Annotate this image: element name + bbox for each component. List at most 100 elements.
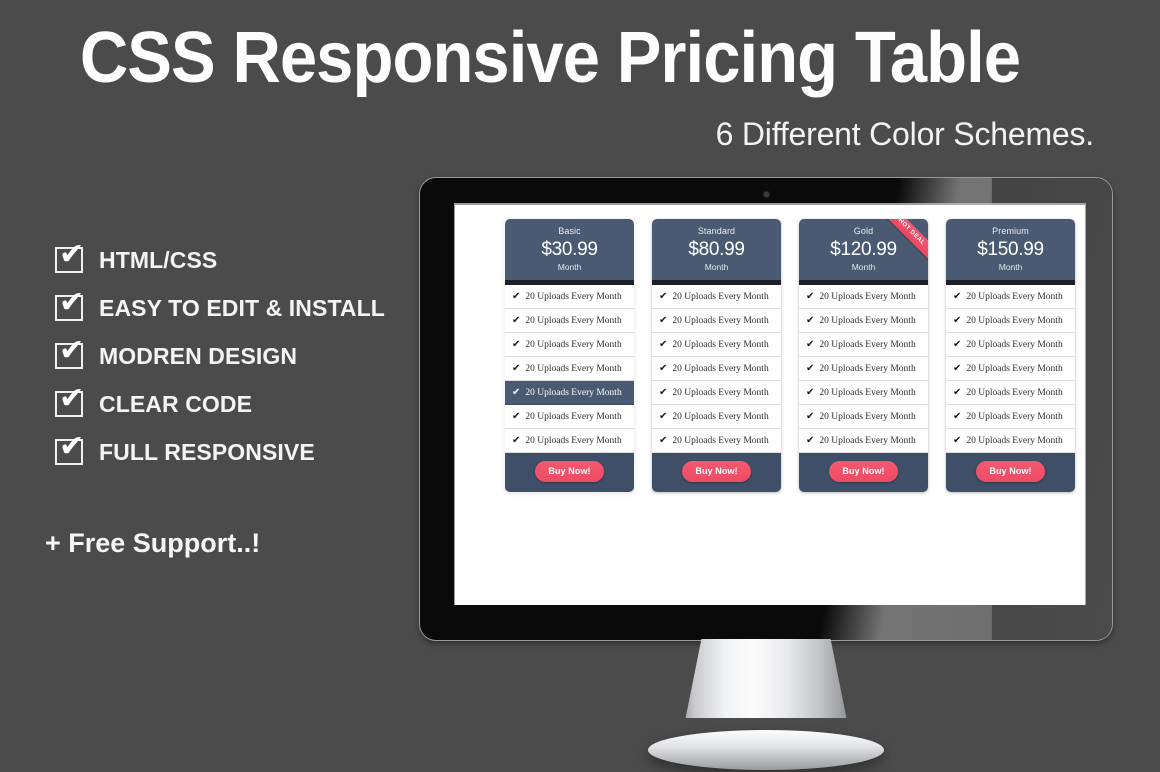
plan-footer: Buy Now! (799, 453, 928, 492)
plan-feature-label: 20 Uploads Every Month (672, 291, 769, 302)
check-icon: ✔ (659, 387, 668, 398)
plan-feature-row[interactable]: ✔ 20 Uploads Every Month (946, 285, 1075, 309)
feature-row: ✔ HTML/CSS (55, 236, 445, 284)
plan-feature-row[interactable]: ✔ 20 Uploads Every Month (799, 357, 928, 381)
plan-feature-row[interactable]: ✔ 20 Uploads Every Month (799, 381, 928, 405)
feature-label: HTML/CSS (99, 246, 218, 273)
plan-feature-row[interactable]: ✔ 20 Uploads Every Month (946, 405, 1075, 429)
plan-feature-row[interactable]: ✔ 20 Uploads Every Month (799, 429, 928, 453)
plan-price: $80.99 (688, 239, 745, 260)
buy-now-button[interactable]: Buy Now! (829, 461, 898, 482)
plan-feature-label: 20 Uploads Every Month (966, 363, 1063, 374)
plan-feature-label: 20 Uploads Every Month (525, 411, 622, 422)
feature-label: MODREN DESIGN (99, 342, 298, 369)
plan-price: $120.99 (830, 239, 897, 260)
feature-label: FULL RESPONSIVE (99, 438, 315, 465)
plan-feature-label: 20 Uploads Every Month (672, 387, 769, 398)
plan-feature-row[interactable]: ✔ 20 Uploads Every Month (505, 381, 634, 405)
check-icon: ✔ (806, 411, 815, 422)
plan-feature-row[interactable]: ✔ 20 Uploads Every Month (505, 285, 634, 309)
plan-feature-row[interactable]: ✔ 20 Uploads Every Month (652, 405, 781, 429)
checkbox-checked-icon: ✔ (55, 336, 84, 369)
checkbox-checked-icon: ✔ (55, 384, 84, 417)
check-icon: ✔ (512, 291, 521, 302)
check-icon: ✔ (59, 333, 85, 368)
check-icon: ✔ (659, 291, 668, 302)
plan-feature-label: 20 Uploads Every Month (525, 291, 622, 302)
plan-feature-label: 20 Uploads Every Month (525, 363, 622, 374)
plan-feature-row[interactable]: ✔ 20 Uploads Every Month (505, 405, 634, 429)
feature-row: ✔ MODREN DESIGN (55, 332, 445, 380)
feature-row: ✔ FULL RESPONSIVE (55, 428, 445, 476)
check-icon: ✔ (806, 363, 815, 374)
feature-list: ✔ HTML/CSS ✔ EASY TO EDIT & INSTALL ✔ MODREN … (55, 236, 445, 476)
check-icon: ✔ (659, 363, 668, 374)
plan-name: Standard (697, 226, 736, 236)
plan-feature-row[interactable]: ✔ 20 Uploads Every Month (652, 429, 781, 453)
plan-feature-row[interactable]: ✔ 20 Uploads Every Month (505, 357, 634, 381)
plan-feature-label: 20 Uploads Every Month (525, 315, 622, 326)
support-note: + Free Support..! (45, 528, 261, 558)
plan-feature-row[interactable]: ✔ 20 Uploads Every Month (946, 429, 1075, 453)
plan-feature-label: 20 Uploads Every Month (525, 387, 622, 398)
plan-feature-row[interactable]: ✔ 20 Uploads Every Month (652, 381, 781, 405)
plan-feature-row[interactable]: ✔ 20 Uploads Every Month (946, 333, 1075, 357)
plan-feature-row[interactable]: ✔ 20 Uploads Every Month (946, 381, 1075, 405)
check-icon: ✔ (59, 237, 85, 272)
buy-now-button[interactable]: Buy Now! (535, 461, 604, 482)
plan-price: $30.99 (541, 239, 598, 260)
check-icon: ✔ (512, 411, 521, 422)
pricing-plan-premium[interactable]: Premium $150.99 Month ✔ 20 Uploads Every Mon… (946, 219, 1075, 492)
pricing-plan-standard[interactable]: Standard $80.99 Month ✔ 20 Uploads Every Mon… (652, 219, 781, 492)
plan-feature-row[interactable]: ✔ 20 Uploads Every Month (652, 333, 781, 357)
plan-feature-row[interactable]: ✔ 20 Uploads Every Month (799, 285, 928, 309)
check-icon: ✔ (806, 339, 815, 350)
plan-feature-label: 20 Uploads Every Month (672, 411, 769, 422)
monitor-mockup: Basic $30.99 Month ✔ 20 Uploads Every Month ✔… (420, 178, 1112, 770)
check-icon: ✔ (953, 291, 962, 302)
plan-feature-row[interactable]: ✔ 20 Uploads Every Month (652, 357, 781, 381)
plan-feature-row[interactable]: ✔ 20 Uploads Every Month (946, 309, 1075, 333)
plan-feature-label: 20 Uploads Every Month (966, 411, 1063, 422)
plan-feature-label: 20 Uploads Every Month (819, 339, 916, 350)
plan-header: Basic $30.99 Month (505, 219, 634, 280)
check-icon: ✔ (512, 315, 521, 326)
webcam-icon (763, 192, 769, 197)
check-icon: ✔ (512, 339, 521, 350)
monitor-screen: Basic $30.99 Month ✔ 20 Uploads Every Month ✔… (455, 205, 1085, 605)
plan-feature-label: 20 Uploads Every Month (819, 387, 916, 398)
plan-header: Gold $120.99 Month HOT DEAL (799, 219, 928, 280)
pricing-plan-gold[interactable]: Gold $120.99 Month HOT DEAL ✔ 20 Uploads Ever… (799, 219, 928, 492)
feature-row: ✔ CLEAR CODE (55, 380, 445, 428)
plan-feature-row[interactable]: ✔ 20 Uploads Every Month (799, 405, 928, 429)
plan-header: Standard $80.99 Month (652, 219, 781, 280)
buy-now-button[interactable]: Buy Now! (976, 461, 1045, 482)
buy-now-button[interactable]: Buy Now! (682, 461, 751, 482)
plan-feature-label: 20 Uploads Every Month (819, 411, 916, 422)
check-icon: ✔ (659, 315, 668, 326)
checkbox-checked-icon: ✔ (55, 432, 84, 465)
plan-feature-row[interactable]: ✔ 20 Uploads Every Month (799, 333, 928, 357)
page-subtitle: 6 Different Color Schemes. (715, 116, 1095, 152)
plan-feature-label: 20 Uploads Every Month (672, 315, 769, 326)
plan-feature-row[interactable]: ✔ 20 Uploads Every Month (652, 285, 781, 309)
plan-feature-row[interactable]: ✔ 20 Uploads Every Month (652, 309, 781, 333)
plan-feature-label: 20 Uploads Every Month (966, 435, 1063, 446)
pricing-plan-basic[interactable]: Basic $30.99 Month ✔ 20 Uploads Every Month ✔… (505, 219, 634, 492)
check-icon: ✔ (953, 339, 962, 350)
check-icon: ✔ (953, 363, 962, 374)
plan-feature-row[interactable]: ✔ 20 Uploads Every Month (505, 333, 634, 357)
plan-feature-label: 20 Uploads Every Month (819, 315, 916, 326)
plan-feature-row[interactable]: ✔ 20 Uploads Every Month (505, 309, 634, 333)
checkbox-checked-icon: ✔ (55, 288, 84, 321)
plan-feature-row[interactable]: ✔ 20 Uploads Every Month (799, 309, 928, 333)
plan-feature-row[interactable]: ✔ 20 Uploads Every Month (946, 357, 1075, 381)
plan-footer: Buy Now! (946, 453, 1075, 492)
check-icon: ✔ (953, 315, 962, 326)
check-icon: ✔ (659, 411, 668, 422)
plan-feature-label: 20 Uploads Every Month (672, 363, 769, 374)
feature-label: CLEAR CODE (99, 390, 253, 417)
plan-period: Month (998, 262, 1023, 272)
plan-feature-row[interactable]: ✔ 20 Uploads Every Month (505, 429, 634, 453)
pricing-table: Basic $30.99 Month ✔ 20 Uploads Every Month ✔… (505, 219, 1075, 492)
